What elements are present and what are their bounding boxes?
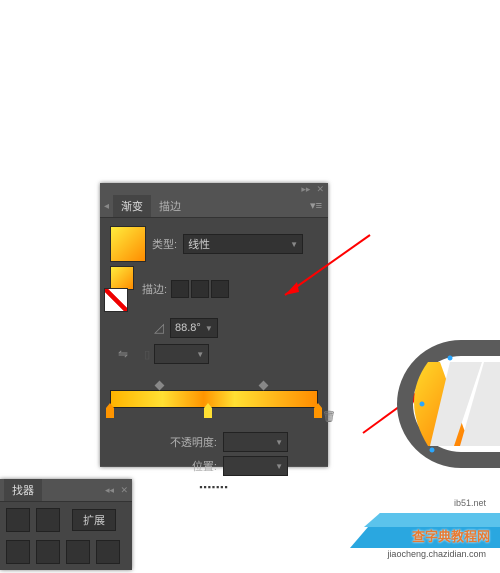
location-dropdown: ▼ <box>223 456 288 476</box>
close-icon[interactable]: ✕ <box>316 184 324 195</box>
color-stop[interactable] <box>106 408 114 418</box>
angle-input[interactable]: 88.8° ▼ <box>170 318 218 338</box>
canvas-artwork <box>380 340 500 470</box>
watermark-url-top: ib51.net <box>454 498 486 508</box>
midpoint-diamond[interactable] <box>258 381 268 391</box>
pathfinder-panel: 找器 ◂◂ ✕ 扩展 <box>0 479 132 570</box>
tab-bar: ◂ 渐变 描边 ▾≡ <box>100 195 328 218</box>
gradient-type-dropdown[interactable]: 线性 ▼ <box>183 234 303 254</box>
stroke-none-swatch[interactable] <box>104 288 128 312</box>
shape-mode-unite-icon[interactable] <box>6 508 30 532</box>
midpoint-diamond[interactable] <box>154 381 164 391</box>
color-stop[interactable] <box>314 408 322 418</box>
shape-mode-minus-icon[interactable] <box>36 508 60 532</box>
gradient-ramp[interactable]: 🗑 <box>110 382 318 420</box>
aspect-ratio-icon: ▯ <box>144 348 150 361</box>
gradient-type-value: 线性 <box>188 236 210 252</box>
reverse-gradient-icon[interactable]: ⇋ <box>118 347 128 361</box>
chevron-down-icon: ▼ <box>275 438 283 447</box>
chevron-down-icon: ▼ <box>205 324 213 333</box>
tab-bar: 找器 ◂◂ ✕ <box>0 479 132 502</box>
tab-stroke[interactable]: 描边 <box>151 195 189 217</box>
stroke-label: 描边: <box>142 281 167 297</box>
collapse-icon[interactable]: ▸▸ <box>301 184 310 195</box>
tab-pathfinder[interactable]: 找器 <box>4 479 42 501</box>
close-icon[interactable]: ✕ <box>120 485 128 496</box>
chevron-down-icon: ▼ <box>196 350 204 359</box>
watermark-text: 查字典教程网 <box>412 526 490 545</box>
stroke-across-icon[interactable] <box>211 280 229 298</box>
color-stop[interactable] <box>204 408 212 418</box>
fill-swatch[interactable] <box>110 266 134 290</box>
gradient-preview-swatch[interactable] <box>110 226 146 262</box>
type-label: 类型: <box>152 236 177 252</box>
angle-value: 88.8° <box>175 322 201 334</box>
panel-titlebar: ▸▸ ✕ <box>100 183 328 195</box>
location-label: 位置: <box>192 458 217 474</box>
tab-gradient[interactable]: 渐变 <box>113 195 151 217</box>
expand-button[interactable]: 扩展 <box>72 509 116 531</box>
panel-resize-grip[interactable]: ▪▪▪▪▪▪▪ <box>110 482 318 492</box>
stroke-along-icon[interactable] <box>191 280 209 298</box>
pathfinder-icon[interactable] <box>6 540 30 564</box>
watermark-url: jiaocheng.chazidian.com <box>387 549 486 559</box>
tabs-scroll-icon[interactable]: ◂ <box>104 201 109 212</box>
pathfinder-icon[interactable] <box>36 540 60 564</box>
opacity-dropdown: ▼ <box>223 432 288 452</box>
chevron-down-icon: ▼ <box>275 462 283 471</box>
collapse-icon[interactable]: ◂◂ <box>105 485 114 496</box>
panel-body: 类型: 线性 ▼ 描边: ◿ 88.8° ▼ <box>100 218 328 466</box>
pathfinder-icon[interactable] <box>96 540 120 564</box>
angle-icon: ◿ <box>154 320 164 336</box>
pathfinder-icon[interactable] <box>66 540 90 564</box>
watermark: ib51.net 查字典教程网 jiaocheng.chazidian.com <box>330 503 500 573</box>
opacity-label: 不透明度: <box>170 434 217 450</box>
aspect-ratio-dropdown: ▼ <box>154 344 209 364</box>
panel-menu-icon[interactable]: ▾≡ <box>310 199 322 212</box>
gradient-ramp-bar[interactable] <box>110 390 318 408</box>
delete-stop-icon[interactable]: 🗑 <box>322 410 336 423</box>
stroke-within-icon[interactable] <box>171 280 189 298</box>
gradient-panel: ▸▸ ✕ ◂ 渐变 描边 ▾≡ 类型: 线性 ▼ 描边: <box>100 183 328 467</box>
chevron-down-icon: ▼ <box>290 240 298 249</box>
